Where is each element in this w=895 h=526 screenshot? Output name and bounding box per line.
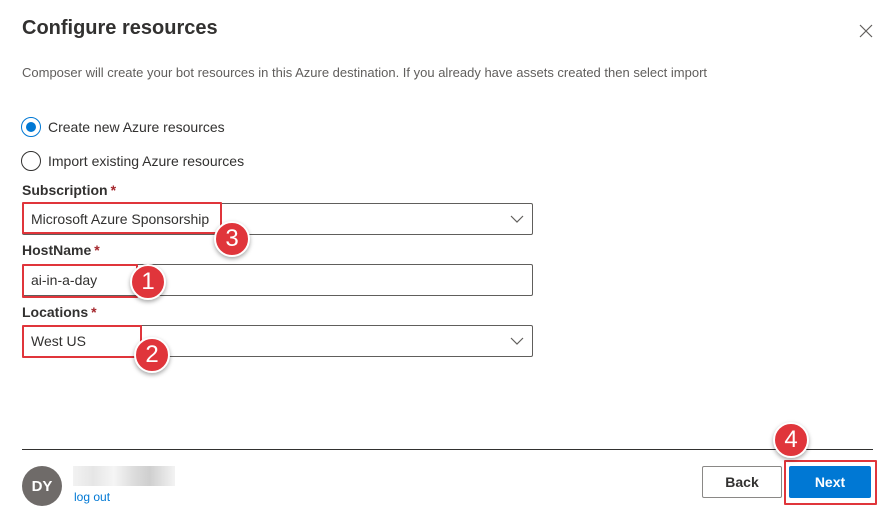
annotation-badge-4: 4: [773, 422, 809, 458]
logout-link[interactable]: log out: [74, 490, 110, 504]
chevron-down-icon: [510, 215, 524, 223]
footer-divider: [22, 449, 873, 450]
close-icon: [859, 24, 873, 38]
radio-unchecked-icon[interactable]: [21, 151, 41, 171]
radio-import-existing[interactable]: Import existing Azure resources: [21, 151, 244, 171]
required-mark: *: [110, 182, 117, 198]
radio-import-existing-label: Import existing Azure resources: [48, 153, 245, 169]
annotation-badge-2: 2: [134, 337, 170, 373]
annotation-badge-3: 3: [214, 221, 250, 257]
subscription-label: Subscription *: [22, 182, 116, 198]
subscription-label-text: Subscription: [22, 182, 108, 198]
locations-label-text: Locations: [22, 304, 89, 320]
subscription-dropdown[interactable]: Microsoft Azure Sponsorship: [22, 203, 533, 235]
chevron-down-icon: [510, 337, 524, 345]
locations-dropdown[interactable]: West US: [22, 325, 533, 357]
user-name-redacted: [73, 466, 175, 486]
hostname-value: ai-in-a-day: [31, 272, 98, 288]
locations-value: West US: [31, 333, 86, 349]
hostname-label-text: HostName: [22, 242, 92, 258]
required-mark: *: [91, 304, 97, 320]
annotation-badge-1: 1: [130, 264, 166, 300]
close-button[interactable]: [855, 20, 877, 42]
subscription-value: Microsoft Azure Sponsorship: [31, 211, 210, 227]
back-button[interactable]: Back: [702, 466, 782, 498]
required-mark: *: [94, 242, 100, 258]
dialog-title: Configure resources: [22, 17, 218, 39]
radio-create-new-label: Create new Azure resources: [48, 119, 225, 135]
hostname-label: HostName *: [22, 242, 100, 258]
next-button[interactable]: Next: [789, 466, 871, 498]
dialog-description: Composer will create your bot resources …: [22, 65, 708, 80]
radio-checked-icon[interactable]: [21, 117, 41, 137]
avatar: DY: [22, 466, 62, 506]
locations-label: Locations *: [22, 304, 97, 320]
radio-create-new[interactable]: Create new Azure resources: [21, 117, 225, 137]
hostname-input[interactable]: ai-in-a-day: [22, 264, 533, 296]
